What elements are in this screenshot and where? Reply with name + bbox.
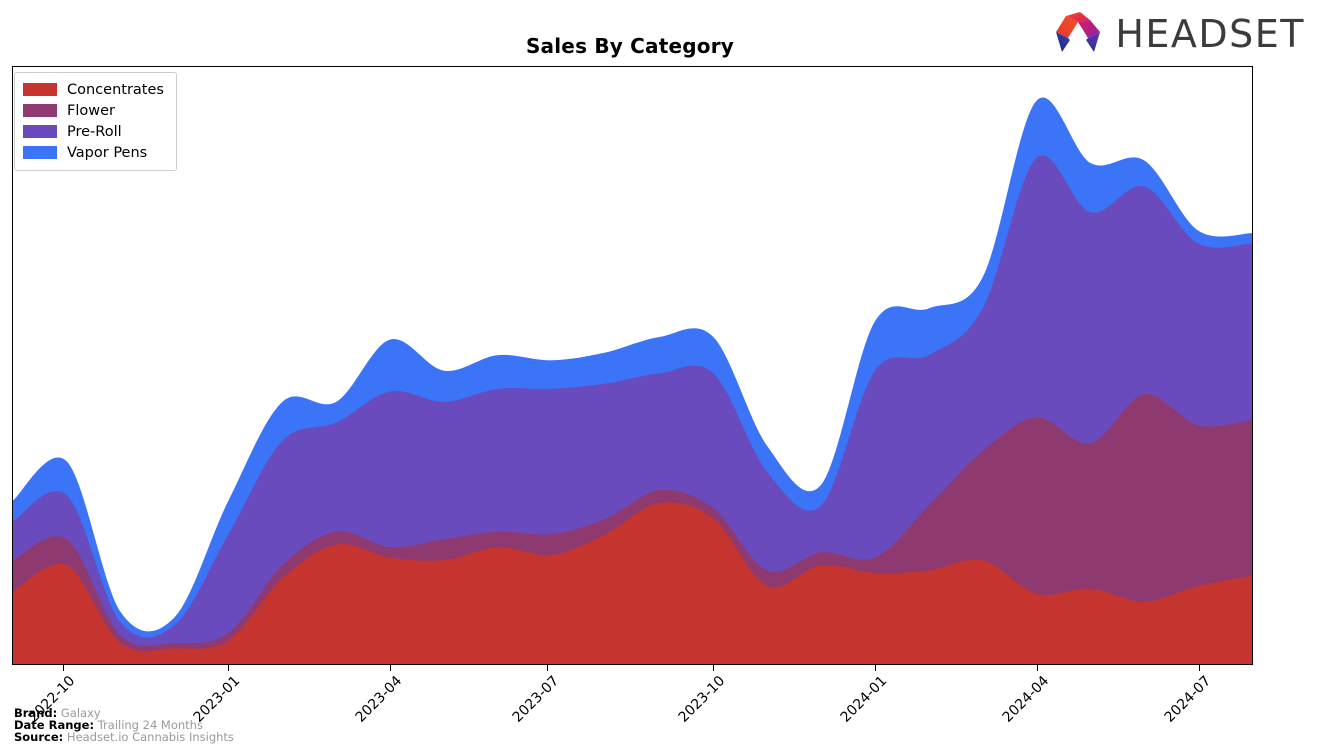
legend-swatch-concentrates	[23, 83, 57, 96]
chart-footer: Brand: Galaxy Date Range: Trailing 24 Mo…	[14, 707, 234, 744]
x-axis-tick-mark	[1199, 665, 1200, 671]
footer-source-value: Headset.io Cannabis Insights	[66, 730, 234, 745]
legend-label-pre-roll: Pre-Roll	[67, 123, 122, 140]
x-axis-tick-label: 2024-04	[999, 673, 1053, 726]
legend-item-pre-roll[interactable]: Pre-Roll	[23, 121, 164, 142]
x-axis-tick-label: 2023-04	[352, 673, 406, 726]
chart-plot-area	[12, 66, 1253, 665]
headset-logo-text: HEADSET	[1115, 12, 1305, 56]
x-axis-tick-mark	[228, 665, 229, 671]
stacked-area-chart	[13, 97, 1252, 664]
x-axis-tick-label: 2023-10	[675, 673, 729, 726]
x-axis-tick-label: 2023-07	[509, 673, 563, 726]
headset-logo: HEADSET	[1050, 10, 1305, 58]
legend-swatch-flower	[23, 104, 57, 117]
x-axis-tick-mark	[875, 665, 876, 671]
x-axis-tick-label: 2024-01	[837, 673, 891, 726]
legend-item-vapor-pens[interactable]: Vapor Pens	[23, 142, 164, 163]
footer-source-key: Source:	[14, 730, 64, 745]
x-axis-tick-mark	[63, 665, 64, 671]
legend-label-flower: Flower	[67, 102, 115, 119]
headset-logo-mark	[1056, 12, 1101, 52]
chart-legend: Concentrates Flower Pre-Roll Vapor Pens	[14, 72, 177, 171]
legend-label-vapor-pens: Vapor Pens	[67, 144, 148, 161]
x-axis-tick-mark	[713, 665, 714, 671]
legend-item-concentrates[interactable]: Concentrates	[23, 79, 164, 100]
x-axis-tick-label: 2024-07	[1161, 673, 1215, 726]
legend-item-flower[interactable]: Flower	[23, 100, 164, 121]
legend-label-concentrates: Concentrates	[67, 81, 164, 98]
legend-swatch-vapor-pens	[23, 146, 57, 159]
footer-source-row: Source: Headset.io Cannabis Insights	[14, 731, 234, 743]
legend-swatch-pre-roll	[23, 125, 57, 138]
x-axis-tick-mark	[390, 665, 391, 671]
x-axis-tick-mark	[547, 665, 548, 671]
x-axis-tick-mark	[1037, 665, 1038, 671]
